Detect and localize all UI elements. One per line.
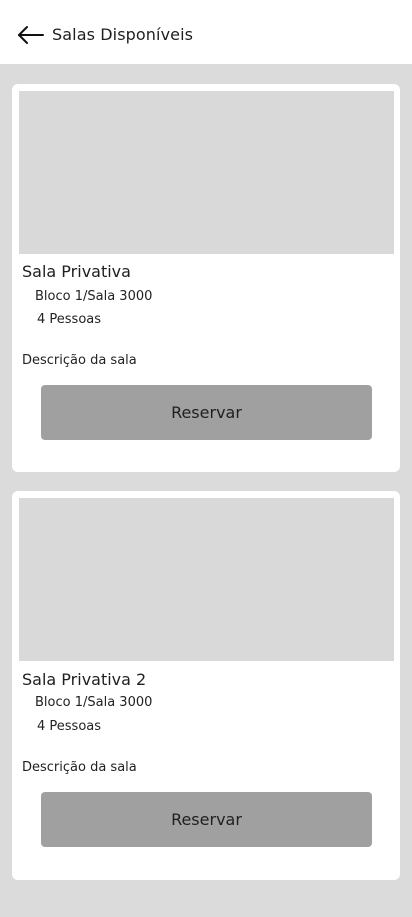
room-location: Bloco 1/Sala 3000: [35, 289, 153, 304]
room-card: Sala Privativa Bloco 1/Sala 3000 4 Pesso…: [12, 84, 400, 472]
room-description: Descrição da sala: [22, 760, 137, 775]
room-image-placeholder: [19, 91, 394, 254]
arrow-left-icon: [18, 26, 44, 44]
back-button[interactable]: [14, 20, 48, 50]
app-header: Salas Disponíveis: [0, 0, 412, 64]
room-name: Sala Privativa: [22, 262, 131, 281]
room-description: Descrição da sala: [22, 353, 137, 368]
room-capacity: 4 Pessoas: [37, 719, 102, 734]
reserve-button[interactable]: Reservar: [41, 385, 372, 440]
room-location: Bloco 1/Sala 3000: [35, 695, 153, 710]
room-card: Sala Privativa 2 Bloco 1/Sala 3000 4 Pes…: [12, 491, 400, 880]
room-capacity: 4 Pessoas: [37, 312, 102, 327]
room-name: Sala Privativa 2: [22, 670, 147, 689]
reserve-button[interactable]: Reservar: [41, 792, 372, 847]
page-title: Salas Disponíveis: [52, 25, 194, 44]
room-image-placeholder: [19, 498, 394, 661]
